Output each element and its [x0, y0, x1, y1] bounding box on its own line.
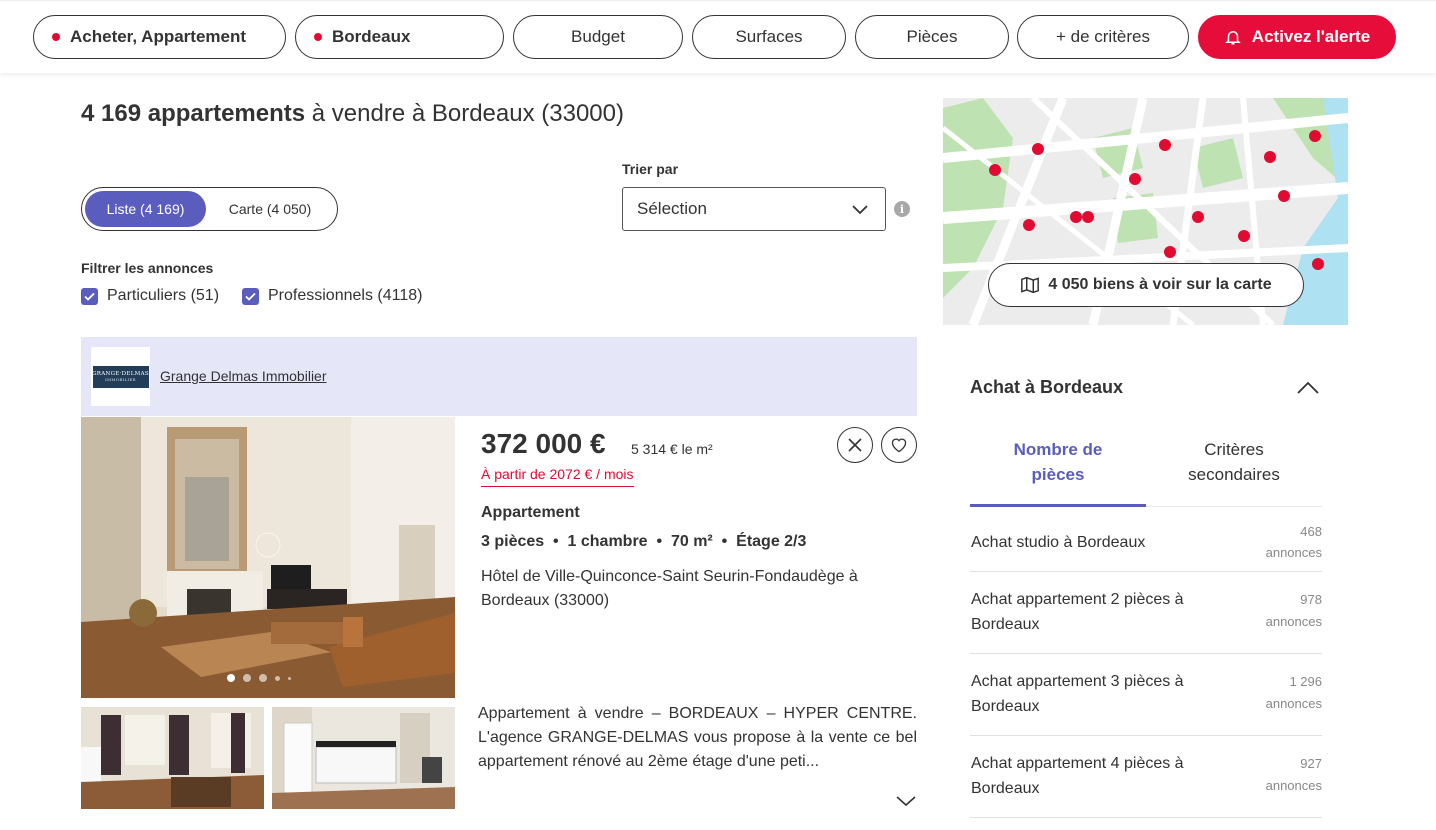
listing-thumbnail-1[interactable] [81, 707, 264, 809]
sort-label: Trier par [622, 161, 679, 177]
sidebar-item-count: 1 296 [1289, 674, 1322, 689]
agency-name-link[interactable]: Grange Delmas Immobilier [160, 368, 327, 384]
sidebar-item-label: Achat appartement 4 pièces à Bordeaux [971, 755, 1184, 797]
view-toggle: Liste (4 169) Carte (4 050) [81, 187, 338, 231]
agency-banner: GRANGE·DELMAS IMMOBILIER Grange Delmas I… [81, 337, 917, 416]
carousel-dot[interactable] [227, 674, 235, 682]
sidebar-item-count: 927 [1300, 756, 1322, 771]
results-headline: 4 169 appartements à vendre à Bordeaux (… [81, 100, 624, 128]
sidebar-item-4-pieces[interactable]: Achat appartement 4 pièces à Bordeaux 92… [970, 736, 1322, 818]
pieces-filter-label: Pièces [906, 27, 958, 46]
more-criteria-pill[interactable]: + de critères [1017, 15, 1189, 59]
city-filter-label: Bordeaux [332, 27, 411, 46]
property-specs: 3 pièces • 1 chambre • 70 m² • Étage 2/3 [481, 533, 807, 550]
map-icon [1021, 276, 1040, 294]
sidebar-item-unit: annonces [1265, 614, 1322, 629]
dining-room-photo [81, 707, 264, 809]
city-filter-pill[interactable]: Bordeaux [295, 15, 504, 59]
budget-filter-pill[interactable]: Budget [513, 15, 683, 59]
results-count: 4 169 appartements [81, 100, 306, 127]
sidebar-item-label: Achat studio à Bordeaux [971, 534, 1146, 551]
carousel-dot[interactable] [275, 675, 280, 681]
sort-select[interactable]: Sélection [622, 187, 886, 231]
sidebar-item-unit: annonces [1265, 545, 1322, 560]
sidebar-item-3-pieces[interactable]: Achat appartement 3 pièces à Bordeaux 1 … [970, 654, 1322, 736]
map-view-tab[interactable]: Carte (4 050) [208, 191, 332, 227]
search-filter-bar: Acheter, Appartement Bordeaux Budget Sur… [0, 0, 1436, 73]
tab-nombre-de-pieces[interactable]: Nombre de pièces [970, 437, 1146, 487]
agency-logo[interactable]: GRANGE·DELMAS IMMOBILIER [91, 347, 150, 406]
professionnels-label: Professionnels (4118) [268, 287, 423, 304]
monthly-payment-link[interactable]: À partir de 2072 € / mois [481, 466, 634, 487]
sidebar-item-label: Achat appartement 3 pièces à Bordeaux [971, 673, 1184, 715]
favorite-button[interactable] [881, 427, 917, 463]
surfaces-filter-label: Surfaces [735, 27, 803, 46]
view-on-map-button[interactable]: 4 050 biens à voir sur la carte [988, 263, 1304, 307]
agency-logo-subtext: IMMOBILIER [105, 377, 136, 382]
carousel-dot[interactable] [259, 674, 267, 682]
chevron-down-icon [852, 205, 868, 215]
list-view-tab[interactable]: Liste (4 169) [85, 191, 206, 227]
property-type: Appartement [481, 504, 580, 521]
pieces-filter-pill[interactable]: Pièces [855, 15, 1009, 59]
transaction-filter-pill[interactable]: Acheter, Appartement [33, 15, 286, 59]
listing-thumbnail-2[interactable] [272, 707, 455, 809]
sidebar-title: Achat à Bordeaux [970, 377, 1124, 397]
bell-icon [1224, 31, 1241, 45]
sidebar-item-unit: annonces [1265, 696, 1322, 711]
particuliers-label: Particuliers (51) [107, 287, 220, 304]
close-icon [848, 438, 862, 452]
checkbox-checked-icon[interactable] [81, 287, 98, 305]
living-room-photo [81, 417, 455, 698]
photo-carousel-dots[interactable] [227, 674, 291, 682]
sort-value: Sélection [637, 199, 707, 218]
listing-price: 372 000 € [481, 428, 606, 459]
kitchen-photo [272, 707, 455, 809]
activate-alert-button[interactable]: Activez l'alerte [1198, 15, 1396, 59]
checkbox-checked-icon[interactable] [242, 287, 259, 305]
listing-price-per-m2: 5 314 € le m² [631, 441, 713, 457]
sidebar-item-2-pieces[interactable]: Achat appartement 2 pièces à Bordeaux 97… [970, 572, 1322, 654]
view-on-map-label: 4 050 biens à voir sur la carte [1048, 276, 1272, 293]
chevron-down-icon[interactable] [895, 794, 917, 808]
budget-filter-label: Budget [571, 27, 625, 46]
tab-criteres-secondaires[interactable]: Critères secondaires [1146, 437, 1322, 487]
property-description[interactable]: Appartement à vendre – BORDEAUX – HYPER … [478, 702, 917, 774]
hide-listing-button[interactable] [837, 427, 873, 463]
active-dot-icon [314, 33, 322, 41]
sidebar-item-count: 978 [1300, 592, 1322, 607]
more-criteria-label: + de critères [1055, 27, 1150, 46]
transaction-filter-label: Acheter, Appartement [70, 27, 247, 46]
heart-icon [891, 438, 907, 453]
results-context: à vendre à Bordeaux (33000) [305, 100, 624, 127]
surfaces-filter-pill[interactable]: Surfaces [692, 15, 846, 59]
activate-alert-label: Activez l'alerte [1251, 27, 1371, 46]
listing-main-photo[interactable] [81, 417, 455, 698]
carousel-dot[interactable] [243, 674, 251, 682]
filter-title: Filtrer les annonces [81, 260, 214, 276]
sidebar-item-studio[interactable]: Achat studio à Bordeaux 468 annonces [970, 507, 1322, 572]
active-dot-icon [52, 33, 60, 41]
sidebar-item-unit: annonces [1265, 778, 1322, 793]
sidebar-item-label: Achat appartement 2 pièces à Bordeaux [971, 591, 1184, 633]
professionnels-checkbox-row[interactable]: Professionnels (4118) [242, 287, 422, 305]
carousel-dot[interactable] [288, 676, 291, 680]
particuliers-checkbox-row[interactable]: Particuliers (51) [81, 287, 219, 305]
info-icon[interactable]: i [894, 201, 910, 217]
chevron-up-icon[interactable] [1296, 380, 1320, 396]
sidebar-item-count: 468 [1300, 524, 1322, 539]
property-address: Hôtel de Ville-Quinconce-Saint Seurin-Fo… [481, 568, 858, 609]
